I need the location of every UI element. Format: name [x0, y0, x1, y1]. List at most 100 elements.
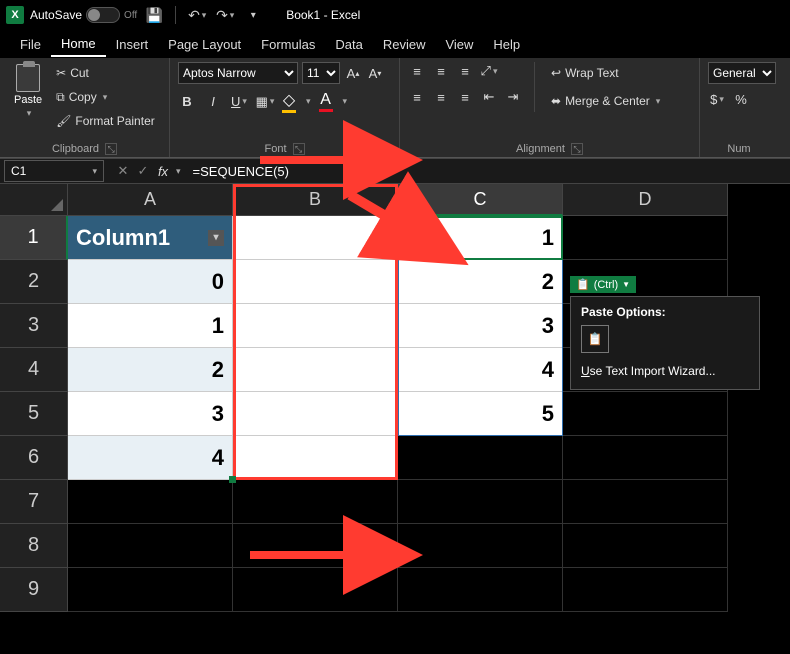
row-header-9[interactable]: 9 — [0, 568, 68, 612]
cell-B6[interactable] — [233, 436, 398, 480]
font-name-dropdown[interactable]: Aptos Narrow — [178, 62, 298, 84]
toggle-switch-icon[interactable] — [86, 7, 120, 23]
cell-A4[interactable]: 2 — [68, 348, 233, 392]
align-top-icon[interactable]: ≡ — [408, 62, 426, 80]
cell-A6[interactable]: 4 — [68, 436, 233, 480]
select-all-corner[interactable] — [0, 184, 68, 216]
orientation-icon[interactable]: ⤢▾ — [480, 62, 498, 80]
bold-button[interactable]: B — [178, 93, 196, 111]
align-center-icon[interactable]: ≡ — [432, 88, 450, 106]
cell-C3[interactable]: 3 — [398, 304, 563, 348]
copy-button[interactable]: ⧉Copy▾ — [52, 86, 159, 108]
cell-A7[interactable] — [68, 480, 233, 524]
tab-review[interactable]: Review — [373, 33, 436, 56]
percent-icon[interactable]: % — [732, 90, 750, 108]
tab-insert[interactable]: Insert — [106, 33, 159, 56]
cell-C9[interactable] — [398, 568, 563, 612]
cell-B1[interactable] — [233, 216, 398, 260]
cell-A3[interactable]: 1 — [68, 304, 233, 348]
underline-button[interactable]: U▾ — [230, 93, 248, 111]
increase-indent-icon[interactable]: ⇥ — [504, 88, 522, 106]
paste-button[interactable]: Paste ▾ — [8, 62, 48, 121]
qat-customize-icon[interactable]: ▾ — [242, 4, 264, 26]
tab-help[interactable]: Help — [483, 33, 530, 56]
autosave-toggle[interactable]: AutoSave Off — [30, 7, 137, 23]
tab-data[interactable]: Data — [325, 33, 372, 56]
row-header-5[interactable]: 5 — [0, 392, 68, 436]
enter-icon[interactable]: ✓ — [134, 162, 152, 180]
font-size-dropdown[interactable]: 11 — [302, 62, 340, 84]
cell-C8[interactable] — [398, 524, 563, 568]
align-right-icon[interactable]: ≡ — [456, 88, 474, 106]
align-bottom-icon[interactable]: ≡ — [456, 62, 474, 80]
paste-options-tag[interactable]: 📋(Ctrl)▼ — [570, 276, 636, 293]
cell-D5[interactable] — [563, 392, 728, 436]
fx-icon[interactable]: fx — [154, 162, 172, 180]
cell-D8[interactable] — [563, 524, 728, 568]
cell-B4[interactable] — [233, 348, 398, 392]
dialog-launcher-icon[interactable]: ⤡ — [571, 143, 583, 155]
col-header-D[interactable]: D — [563, 184, 728, 216]
tab-home[interactable]: Home — [51, 32, 106, 57]
redo-icon[interactable]: ↷▾ — [214, 4, 236, 26]
tab-file[interactable]: File — [10, 33, 51, 56]
chevron-down-icon[interactable]: ▾ — [92, 166, 97, 177]
cell-D9[interactable] — [563, 568, 728, 612]
cell-C7[interactable] — [398, 480, 563, 524]
align-left-icon[interactable]: ≡ — [408, 88, 426, 106]
cut-button[interactable]: ✂Cut — [52, 62, 159, 84]
row-header-8[interactable]: 8 — [0, 524, 68, 568]
cell-C1[interactable]: 1 — [398, 216, 563, 260]
cell-D1[interactable] — [563, 216, 728, 260]
wrap-text-button[interactable]: ↩Wrap Text — [547, 62, 664, 84]
row-header-2[interactable]: 2 — [0, 260, 68, 304]
col-header-C[interactable]: C — [398, 184, 563, 216]
tab-page-layout[interactable]: Page Layout — [158, 33, 251, 56]
decrease-font-icon[interactable]: A▾ — [366, 64, 384, 82]
cell-D6[interactable] — [563, 436, 728, 480]
increase-font-icon[interactable]: A▴ — [344, 64, 362, 82]
undo-icon[interactable]: ↶▾ — [186, 4, 208, 26]
cell-B3[interactable] — [233, 304, 398, 348]
align-middle-icon[interactable]: ≡ — [432, 62, 450, 80]
row-header-6[interactable]: 6 — [0, 436, 68, 480]
cancel-icon[interactable]: ✕ — [114, 162, 132, 180]
cell-C4[interactable]: 4 — [398, 348, 563, 392]
row-header-4[interactable]: 4 — [0, 348, 68, 392]
cell-C5[interactable]: 5 — [398, 392, 563, 436]
fill-handle[interactable] — [229, 476, 236, 483]
filter-dropdown-icon[interactable]: ▾ — [208, 230, 224, 246]
formula-input[interactable] — [187, 160, 790, 182]
dialog-launcher-icon[interactable]: ⤡ — [105, 143, 117, 155]
cell-A1[interactable]: Column1▾ — [68, 216, 233, 260]
paste-keep-text-icon[interactable]: 📋 — [581, 325, 609, 353]
tab-view[interactable]: View — [435, 33, 483, 56]
font-color-button[interactable]: A — [319, 91, 333, 112]
cell-B8[interactable] — [233, 524, 398, 568]
cell-B5[interactable] — [233, 392, 398, 436]
cell-C2[interactable]: 2 — [398, 260, 563, 304]
currency-icon[interactable]: $▾ — [708, 90, 726, 108]
text-import-wizard-link[interactable]: Use Text Import Wizard... — [581, 361, 749, 381]
cell-A9[interactable] — [68, 568, 233, 612]
save-icon[interactable]: 💾 — [143, 4, 165, 26]
dialog-launcher-icon[interactable]: ⤡ — [293, 143, 305, 155]
row-header-7[interactable]: 7 — [0, 480, 68, 524]
cell-A5[interactable]: 3 — [68, 392, 233, 436]
row-header-3[interactable]: 3 — [0, 304, 68, 348]
row-header-1[interactable]: 1 — [0, 216, 68, 260]
cell-A2[interactable]: 0 — [68, 260, 233, 304]
paste-options-popup[interactable]: Paste Options: 📋 Use Text Import Wizard.… — [570, 296, 760, 390]
merge-center-button[interactable]: ⬌Merge & Center▾ — [547, 90, 664, 112]
col-header-B[interactable]: B — [233, 184, 398, 216]
name-box[interactable]: C1▾ — [4, 160, 104, 182]
decrease-indent-icon[interactable]: ⇤ — [480, 88, 498, 106]
italic-button[interactable]: I — [204, 93, 222, 111]
worksheet[interactable]: A B C D 1 2 3 4 5 6 7 8 9 Column1▾ 1 0 2… — [0, 184, 790, 654]
cell-B9[interactable] — [233, 568, 398, 612]
cell-B7[interactable] — [233, 480, 398, 524]
fill-color-button[interactable]: ◇ — [282, 90, 296, 113]
border-button[interactable]: ▦▾ — [256, 93, 274, 111]
cell-A8[interactable] — [68, 524, 233, 568]
col-header-A[interactable]: A — [68, 184, 233, 216]
